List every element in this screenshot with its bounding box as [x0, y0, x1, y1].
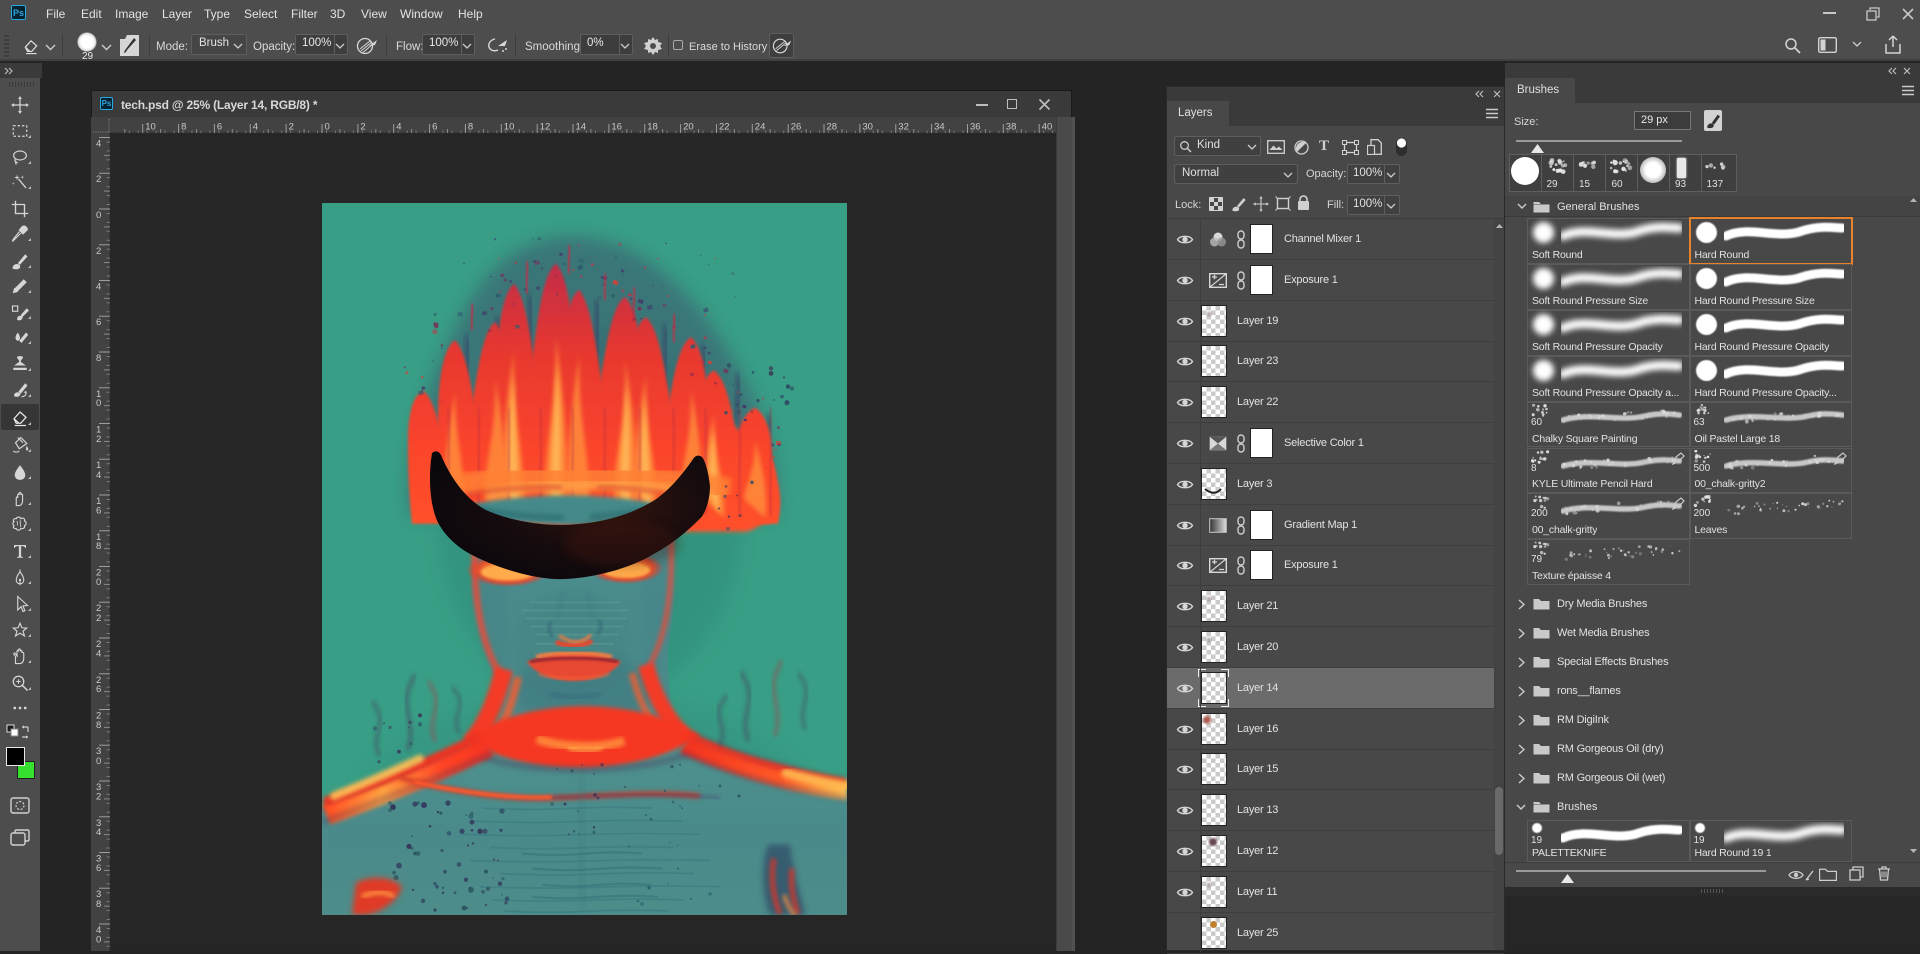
svg-text:8: 8 — [96, 541, 101, 552]
svg-text:0: 0 — [96, 398, 101, 409]
svg-text:2: 2 — [360, 122, 365, 133]
svg-text:0: 0 — [96, 756, 101, 767]
svg-text:2: 2 — [96, 246, 101, 257]
svg-text:4: 4 — [396, 122, 401, 133]
svg-text:4: 4 — [96, 827, 101, 838]
svg-text:8: 8 — [96, 353, 101, 364]
svg-text:6: 6 — [96, 506, 101, 517]
svg-text:4: 4 — [96, 470, 101, 481]
svg-text:0: 0 — [96, 935, 101, 946]
svg-text:2: 2 — [289, 122, 294, 133]
svg-text:8: 8 — [96, 720, 101, 731]
svg-text:8: 8 — [468, 122, 473, 133]
svg-text:4: 4 — [96, 649, 101, 660]
svg-text:4: 4 — [253, 122, 258, 133]
svg-text:2: 2 — [96, 434, 101, 445]
svg-text:6: 6 — [217, 122, 222, 133]
svg-text:8: 8 — [181, 122, 186, 133]
svg-text:0: 0 — [325, 122, 330, 133]
svg-text:8: 8 — [96, 899, 101, 910]
svg-text:0: 0 — [96, 577, 101, 588]
svg-text:4: 4 — [96, 282, 101, 293]
svg-text:6: 6 — [432, 122, 437, 133]
svg-text:2: 2 — [96, 613, 101, 624]
svg-text:2: 2 — [96, 792, 101, 803]
svg-text:6: 6 — [96, 317, 101, 328]
svg-text:4: 4 — [96, 139, 101, 150]
svg-text:6: 6 — [96, 684, 101, 695]
svg-text:0: 0 — [96, 210, 101, 221]
svg-text:2: 2 — [96, 174, 101, 185]
svg-text:6: 6 — [96, 863, 101, 874]
